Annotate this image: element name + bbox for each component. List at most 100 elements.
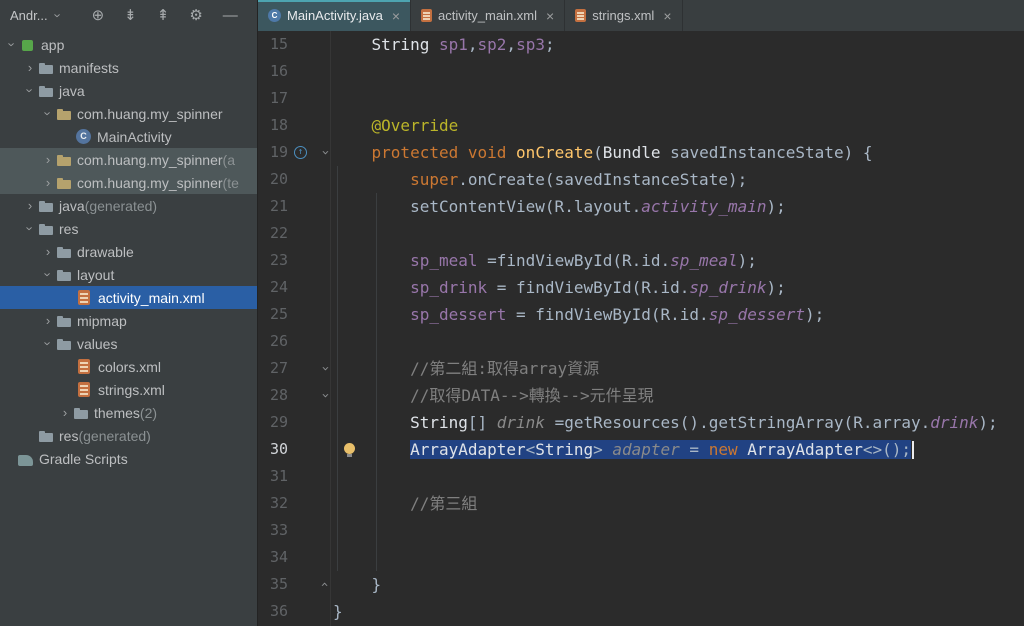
- chevron-down-icon[interactable]: ›: [41, 267, 56, 283]
- code-text[interactable]: @Override: [333, 112, 459, 139]
- tree-item-drawable[interactable]: › drawable: [0, 240, 257, 263]
- code-line[interactable]: 28 › //取得DATA-->轉換-->元件呈現: [258, 382, 1024, 409]
- code-line[interactable]: 17: [258, 85, 1024, 112]
- chevron-down-icon[interactable]: ›: [23, 83, 38, 99]
- close-icon[interactable]: ×: [392, 8, 400, 24]
- line-number[interactable]: 32: [258, 490, 288, 517]
- chevron-right-icon[interactable]: ›: [40, 175, 56, 190]
- chevron-right-icon[interactable]: ›: [22, 198, 38, 213]
- chevron-right-icon[interactable]: ›: [40, 313, 56, 328]
- code-line[interactable]: 31: [258, 463, 1024, 490]
- code-text[interactable]: String sp1,sp2,sp3;: [333, 31, 555, 58]
- editor-tab-mainactivity-java[interactable]: C MainActivity.java ×: [258, 0, 412, 31]
- code-line[interactable]: 27 › //第二組:取得array資源: [258, 355, 1024, 382]
- line-number[interactable]: 34: [258, 544, 288, 571]
- tree-item-mipmap[interactable]: › mipmap: [0, 309, 257, 332]
- line-number[interactable]: 31: [258, 463, 288, 490]
- hide-panel-icon[interactable]: —: [223, 8, 238, 23]
- code-line[interactable]: 20 super.onCreate(savedInstanceState);: [258, 166, 1024, 193]
- chevron-down-icon[interactable]: ›: [23, 221, 38, 237]
- chevron-right-icon[interactable]: ›: [57, 405, 73, 420]
- code-line[interactable]: 21 setContentView(R.layout.activity_main…: [258, 193, 1024, 220]
- line-number[interactable]: 15: [258, 31, 288, 58]
- code-text[interactable]: ArrayAdapter<String> adapter = new Array…: [333, 436, 915, 463]
- code-text[interactable]: //第二組:取得array資源: [333, 355, 599, 382]
- tree-item-manifests[interactable]: › manifests: [0, 56, 257, 79]
- code-line[interactable]: 32 //第三組: [258, 490, 1024, 517]
- chevron-down-icon[interactable]: ›: [5, 37, 20, 53]
- code-text[interactable]: }: [333, 598, 343, 625]
- tree-item-mainactivity[interactable]: C MainActivity: [0, 125, 257, 148]
- chevron-right-icon[interactable]: ›: [40, 152, 56, 167]
- code-line[interactable]: 25 sp_dessert = findViewById(R.id.sp_des…: [258, 301, 1024, 328]
- line-number[interactable]: 19: [258, 139, 288, 166]
- scroll-down-icon[interactable]: ⇟: [124, 8, 137, 23]
- scroll-up-icon[interactable]: ⇞: [157, 8, 170, 23]
- code-text[interactable]: protected void onCreate(Bundle savedInst…: [333, 139, 873, 166]
- locate-file-icon[interactable]: ⊕: [92, 8, 105, 23]
- code-line[interactable]: 24 sp_drink = findViewById(R.id.sp_drink…: [258, 274, 1024, 301]
- code-line[interactable]: 36}: [258, 598, 1024, 625]
- tree-item-res[interactable]: res (generated): [0, 424, 257, 447]
- tree-item-strings-xml[interactable]: strings.xml: [0, 378, 257, 401]
- code-text[interactable]: setContentView(R.layout.activity_main);: [333, 193, 786, 220]
- code-line[interactable]: 16: [258, 58, 1024, 85]
- close-icon[interactable]: ×: [546, 8, 554, 24]
- tree-item-res[interactable]: › res: [0, 217, 257, 240]
- line-number[interactable]: 27: [258, 355, 288, 382]
- chevron-down-icon[interactable]: ›: [41, 106, 56, 122]
- line-number[interactable]: 22: [258, 220, 288, 247]
- line-number[interactable]: 18: [258, 112, 288, 139]
- line-number[interactable]: 36: [258, 598, 288, 625]
- tree-item-com-huang-my-spinner[interactable]: › com.huang.my_spinner: [0, 102, 257, 125]
- line-number[interactable]: 17: [258, 85, 288, 112]
- chevron-down-icon[interactable]: ›: [41, 336, 56, 352]
- code-line[interactable]: 33: [258, 517, 1024, 544]
- tree-item-java[interactable]: › java (generated): [0, 194, 257, 217]
- code-text[interactable]: super.onCreate(savedInstanceState);: [333, 166, 747, 193]
- tree-item-themes[interactable]: › themes (2): [0, 401, 257, 424]
- editor-tab-strings-xml[interactable]: strings.xml ×: [565, 0, 683, 31]
- chevron-right-icon[interactable]: ›: [40, 244, 56, 259]
- line-number[interactable]: 23: [258, 247, 288, 274]
- code-line[interactable]: 18 @Override: [258, 112, 1024, 139]
- line-number[interactable]: 21: [258, 193, 288, 220]
- line-number[interactable]: 30: [258, 436, 288, 463]
- code-line[interactable]: 35 › }: [258, 571, 1024, 598]
- tree-item-values[interactable]: › values: [0, 332, 257, 355]
- code-text[interactable]: //取得DATA-->轉換-->元件呈現: [333, 382, 654, 409]
- tree-item-com-huang-my-spinner[interactable]: › com.huang.my_spinner (a: [0, 148, 257, 171]
- line-number[interactable]: 25: [258, 301, 288, 328]
- tree-item-colors-xml[interactable]: colors.xml: [0, 355, 257, 378]
- tree-item-java[interactable]: › java: [0, 79, 257, 102]
- line-number[interactable]: 35: [258, 571, 288, 598]
- chevron-right-icon[interactable]: ›: [22, 60, 38, 75]
- code-line[interactable]: 30 ArrayAdapter<String> adapter = new Ar…: [258, 436, 1024, 463]
- code-text[interactable]: sp_drink = findViewById(R.id.sp_drink);: [333, 274, 786, 301]
- code-text[interactable]: String[] drink =getResources().getString…: [333, 409, 998, 436]
- tree-item-gradle-scripts[interactable]: Gradle Scripts: [0, 447, 257, 470]
- line-number[interactable]: 33: [258, 517, 288, 544]
- tree-item-activity-main-xml[interactable]: activity_main.xml: [0, 286, 257, 309]
- code-line[interactable]: 26: [258, 328, 1024, 355]
- project-view-selector[interactable]: Andr... ›: [10, 8, 66, 23]
- tree-item-app[interactable]: › app: [0, 33, 257, 56]
- code-text[interactable]: }: [333, 571, 382, 598]
- code-text[interactable]: //第三組: [333, 490, 477, 517]
- close-icon[interactable]: ×: [663, 8, 671, 24]
- tree-item-layout[interactable]: › layout: [0, 263, 257, 286]
- code-line[interactable]: 22: [258, 220, 1024, 247]
- editor-tab-activity-main-xml[interactable]: activity_main.xml ×: [411, 0, 566, 31]
- code-line[interactable]: 19 ↑ › protected void onCreate(Bundle save…: [258, 139, 1024, 166]
- code-line[interactable]: 29 String[] drink =getResources().getStr…: [258, 409, 1024, 436]
- code-line[interactable]: 23 sp_meal =findViewById(R.id.sp_meal);: [258, 247, 1024, 274]
- line-number[interactable]: 26: [258, 328, 288, 355]
- line-number[interactable]: 16: [258, 58, 288, 85]
- tree-item-com-huang-my-spinner[interactable]: › com.huang.my_spinner (te: [0, 171, 257, 194]
- override-method-icon[interactable]: ↑: [294, 146, 307, 159]
- code-line[interactable]: 15 String sp1,sp2,sp3;: [258, 31, 1024, 58]
- code-text[interactable]: sp_meal =findViewById(R.id.sp_meal);: [333, 247, 757, 274]
- code-text[interactable]: sp_dessert = findViewById(R.id.sp_desser…: [333, 301, 824, 328]
- code-line[interactable]: 34: [258, 544, 1024, 571]
- line-number[interactable]: 20: [258, 166, 288, 193]
